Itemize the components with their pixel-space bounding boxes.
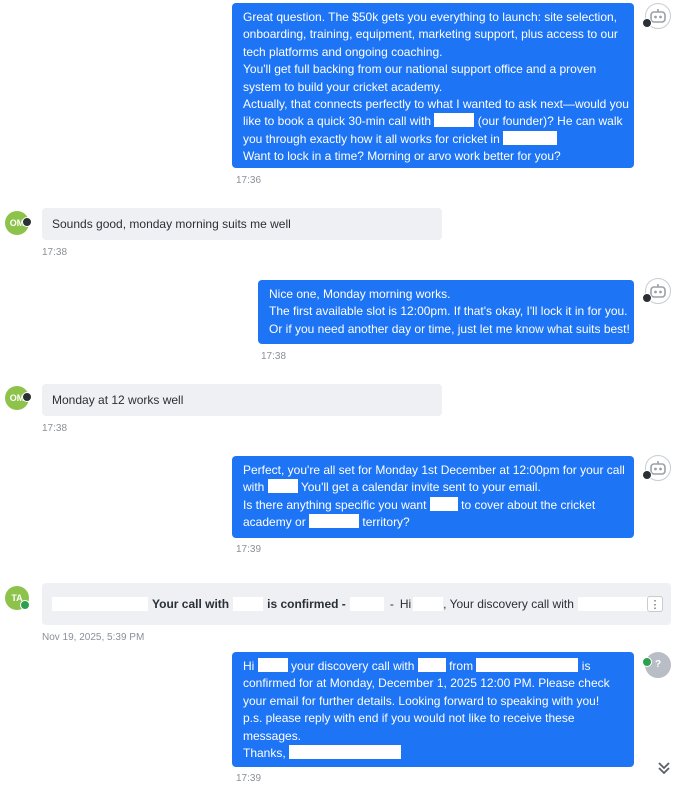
message-time: 17:36 xyxy=(236,175,262,186)
incoming-message: Sounds good, monday morning suits me wel… xyxy=(42,208,442,240)
message-line: Is there anything specific you want to c… xyxy=(243,496,596,512)
bot-avatar xyxy=(642,455,671,481)
template-subject: Your call with xyxy=(152,597,230,611)
message-line: Actually, that connects perfectly to wha… xyxy=(243,97,629,112)
bot-avatar xyxy=(642,278,671,304)
template-preview: , Your discovery call with xyxy=(443,597,574,611)
message-line: The first available slot is 12:00pm. If … xyxy=(269,304,628,319)
double-chevron-down-icon[interactable] xyxy=(656,760,672,776)
message-line: Or if you need another day or time, just… xyxy=(269,321,630,336)
outgoing-message: Hi your discovery call with from is conf… xyxy=(232,652,634,767)
message-line: tech platforms and ongoing coaching. xyxy=(243,44,443,59)
message-line: Great question. The $50k gets you everyt… xyxy=(243,10,618,24)
unknown-avatar-label: ? xyxy=(655,659,662,670)
message-time: 17:38 xyxy=(42,423,68,434)
template-message-card[interactable]: Your call with is confirmed - - Hi , You… xyxy=(42,583,671,625)
chat-badge-icon xyxy=(642,293,652,303)
message-line: academy or territory? xyxy=(243,514,410,530)
chat-badge-icon xyxy=(642,657,652,667)
template-subject: is confirmed - xyxy=(267,597,346,611)
message-line: your email for further details. Looking … xyxy=(243,693,600,708)
message-line: Hi your discovery call with from is xyxy=(243,658,591,673)
message-time: 17:39 xyxy=(236,544,262,555)
message-line: confirmed for at Monday, December 1, 202… xyxy=(243,676,610,691)
chat-badge-icon xyxy=(20,600,30,610)
bot-avatar xyxy=(642,3,671,29)
message-line: Want to lock in a time? Morning or arvo … xyxy=(243,149,561,164)
chat-badge-icon xyxy=(642,470,652,480)
incoming-message: Monday at 12 works well xyxy=(42,384,442,416)
template-preview: Hi xyxy=(399,597,412,611)
outgoing-message: Nice one, Monday morning works. The firs… xyxy=(258,280,634,344)
message-line: p.s. please reply with end if you would … xyxy=(243,711,575,726)
message-line: you through exactly how it all works for… xyxy=(243,130,624,148)
message-line: Nice one, Monday morning works. xyxy=(269,287,451,301)
message-time: 17:38 xyxy=(42,247,68,258)
chat-badge-icon xyxy=(642,18,652,28)
message-time: 17:39 xyxy=(236,773,262,784)
user-avatar: OM xyxy=(5,211,32,235)
template-separator: - xyxy=(389,597,394,611)
message-time: Nov 19, 2025, 5:39 PM xyxy=(42,632,145,643)
message-line: You'll get full backing from our nationa… xyxy=(243,62,597,77)
message-line: like to book a quick 30-min call with (o… xyxy=(243,113,623,129)
user-avatar: OM xyxy=(5,386,32,410)
chat-badge-icon xyxy=(22,217,32,227)
message-time: 17:38 xyxy=(261,351,287,362)
user-avatar: TA xyxy=(5,586,30,610)
chat-badge-icon xyxy=(22,392,32,402)
message-line: system to build your cricket academy. xyxy=(243,79,443,94)
kebab-menu-icon[interactable]: ⋮ xyxy=(647,596,663,612)
message-line: onboarding, training, equipment, marketi… xyxy=(243,27,618,42)
outgoing-message: Great question. The $50k gets you everyt… xyxy=(232,3,634,168)
outgoing-message: Perfect, you're all set for Monday 1st D… xyxy=(232,456,634,538)
message-line: Perfect, you're all set for Monday 1st D… xyxy=(243,463,625,477)
message-line: messages. xyxy=(243,728,302,743)
message-line: with You'll get a calendar invite sent t… xyxy=(243,479,541,495)
bot-avatar: ? xyxy=(642,652,671,678)
message-line: Thanks, xyxy=(243,745,624,762)
